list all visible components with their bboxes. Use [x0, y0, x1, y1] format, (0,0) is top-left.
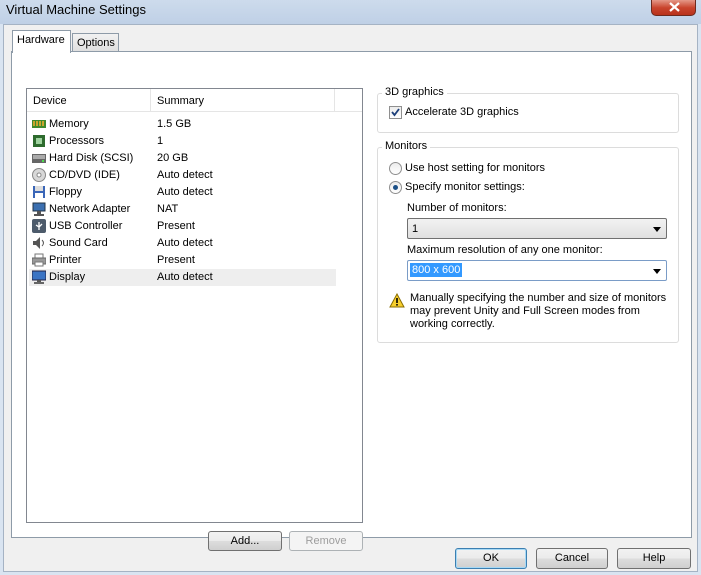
3d-graphics-group-title: 3D graphics	[382, 86, 447, 98]
remove-device-button[interactable]: Remove	[289, 531, 363, 551]
max-resolution-value: 800 x 600	[410, 263, 463, 277]
tab-options[interactable]: Options	[72, 33, 119, 52]
add-device-button[interactable]: Add...	[208, 531, 282, 551]
close-icon	[669, 2, 680, 12]
device-name: Printer	[49, 254, 82, 266]
radio-selected-dot	[393, 185, 398, 190]
close-button[interactable]	[651, 0, 696, 16]
ok-button[interactable]: OK	[455, 548, 527, 569]
chevron-down-icon	[653, 227, 661, 232]
list-item[interactable]: CD/DVD (IDE) Auto detect	[29, 167, 336, 184]
tab-options-label: Options	[77, 37, 115, 49]
list-item[interactable]: Hard Disk (SCSI) 20 GB	[29, 150, 336, 167]
list-item[interactable]: Network Adapter NAT	[29, 201, 336, 218]
column-device-label: Device	[33, 95, 67, 107]
chevron-down-icon	[653, 269, 661, 274]
list-item[interactable]: Printer Present	[29, 252, 336, 269]
device-name: Network Adapter	[49, 203, 131, 215]
list-item[interactable]: Floppy Auto detect	[29, 184, 336, 201]
specify-monitor-radio[interactable]	[389, 181, 402, 194]
hard-disk-icon	[32, 154, 46, 163]
accelerate-3d-label: Accelerate 3D graphics	[405, 106, 519, 118]
device-summary: Auto detect	[157, 186, 213, 198]
column-header-device[interactable]: Device	[27, 89, 151, 112]
specify-monitor-label: Specify monitor settings:	[405, 181, 525, 193]
warning-text-line3: working correctly.	[410, 318, 495, 330]
help-button[interactable]: Help	[617, 548, 691, 569]
device-summary: Present	[157, 220, 195, 232]
printer-icon	[32, 253, 46, 267]
device-name: Sound Card	[49, 237, 108, 249]
memory-icon	[32, 120, 46, 128]
cancel-button[interactable]: Cancel	[536, 548, 608, 569]
tab-hardware-label: Hardware	[17, 34, 65, 46]
use-host-setting-label: Use host setting for monitors	[405, 162, 546, 174]
list-item[interactable]: USB Controller Present	[29, 218, 336, 235]
window-title: Virtual Machine Settings	[6, 2, 146, 17]
column-summary-label: Summary	[157, 95, 205, 107]
device-name: Hard Disk (SCSI)	[49, 152, 134, 164]
3d-graphics-group: 3D graphics Accelerate 3D graphics	[377, 86, 679, 133]
cd-dvd-icon	[32, 168, 46, 182]
use-host-setting-radio[interactable]	[389, 162, 402, 175]
hardware-panel: Device Summary Memory 1.5 GB Processors …	[11, 51, 692, 551]
device-summary: Auto detect	[157, 271, 213, 283]
device-summary: NAT	[157, 203, 179, 215]
device-summary: 1	[157, 135, 164, 147]
monitors-group: Monitors Use host setting for monitors S…	[377, 140, 679, 343]
device-summary: 20 GB	[157, 152, 189, 164]
device-summary: Present	[157, 254, 195, 266]
device-summary: 1.5 GB	[157, 118, 192, 130]
list-item[interactable]: Sound Card Auto detect	[29, 235, 336, 252]
number-of-monitors-value: 1	[412, 223, 419, 235]
device-name: Processors	[49, 135, 105, 147]
device-summary: Auto detect	[157, 237, 213, 249]
number-of-monitors-select[interactable]: 1	[407, 218, 667, 239]
device-list[interactable]: Device Summary Memory 1.5 GB Processors …	[26, 88, 363, 523]
monitors-group-title: Monitors	[382, 140, 431, 152]
device-name: Display	[49, 271, 86, 283]
device-name: USB Controller	[49, 220, 123, 232]
tab-hardware[interactable]: Hardware	[12, 30, 71, 53]
max-resolution-value-wrapper: 800 x 600	[410, 263, 463, 277]
accelerate-3d-checkbox[interactable]	[389, 106, 402, 119]
warning-text-line2: may prevent Unity and Full Screen modes …	[410, 305, 640, 317]
list-item[interactable]: Processors 1	[29, 133, 336, 150]
network-adapter-icon	[32, 202, 46, 216]
number-of-monitors-label: Number of monitors:	[407, 202, 507, 214]
title-bar: Virtual Machine Settings	[0, 0, 701, 24]
warning-icon	[389, 293, 405, 308]
device-list-header: Device Summary	[27, 89, 362, 112]
device-name: CD/DVD (IDE)	[49, 169, 120, 181]
processor-icon	[33, 135, 45, 147]
device-summary: Auto detect	[157, 169, 213, 181]
floppy-icon	[33, 186, 45, 198]
list-item[interactable]: Display Auto detect	[29, 269, 336, 286]
list-item[interactable]: Memory 1.5 GB	[29, 116, 336, 133]
device-name: Floppy	[49, 186, 83, 198]
display-icon	[32, 270, 46, 284]
dialog-body: Hardware Options Device Summary Memory 1…	[3, 24, 698, 572]
usb-icon	[32, 219, 46, 233]
warning-text-line1: Manually specifying the number and size …	[410, 292, 667, 304]
sound-card-icon	[33, 237, 44, 249]
column-header-summary[interactable]: Summary	[151, 89, 335, 112]
checkmark-icon	[391, 108, 400, 117]
device-name: Memory	[49, 118, 89, 130]
max-resolution-combo[interactable]: 800 x 600	[407, 260, 667, 281]
max-resolution-label: Maximum resolution of any one monitor:	[407, 244, 603, 256]
